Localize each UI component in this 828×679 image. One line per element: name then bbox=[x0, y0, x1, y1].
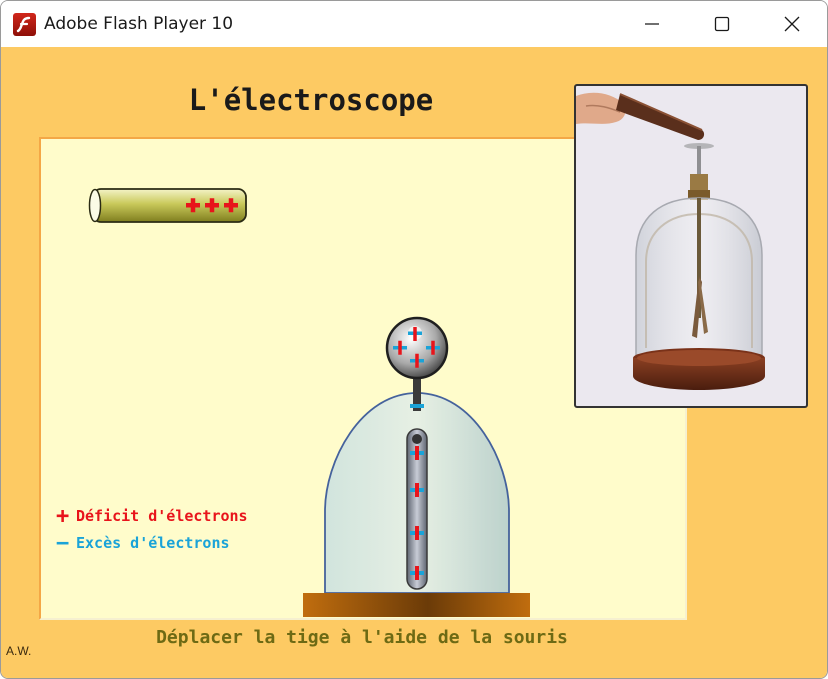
maximize-icon bbox=[714, 16, 730, 32]
minus-icon: − bbox=[56, 531, 70, 556]
legend-deficit: + Déficit d'électrons bbox=[56, 504, 248, 529]
flash-player-icon bbox=[13, 13, 36, 36]
close-button[interactable] bbox=[757, 1, 827, 47]
minimize-button[interactable] bbox=[617, 1, 687, 47]
title-bar[interactable]: Adobe Flash Player 10 bbox=[1, 1, 827, 47]
author-credit: A.W. bbox=[6, 644, 32, 658]
maximize-button[interactable] bbox=[687, 1, 757, 47]
legend-exces-label: Excès d'électrons bbox=[76, 534, 230, 552]
rod-positive-charges bbox=[186, 198, 238, 213]
minimize-icon bbox=[645, 23, 659, 25]
flash-stage: L'électroscope + Déficit d'électrons − E… bbox=[1, 47, 827, 678]
legend-deficit-label: Déficit d'électrons bbox=[76, 507, 248, 525]
electroscope bbox=[303, 316, 530, 617]
plus-icon: + bbox=[56, 504, 70, 529]
charged-rod[interactable] bbox=[88, 188, 247, 223]
window-title: Adobe Flash Player 10 bbox=[44, 14, 234, 34]
legend-exces: − Excès d'électrons bbox=[56, 531, 230, 556]
electroscope-base bbox=[303, 593, 530, 617]
electroscope-photo bbox=[574, 84, 808, 408]
flash-player-window: Adobe Flash Player 10 L'électroscope + D… bbox=[0, 0, 828, 679]
close-icon bbox=[784, 16, 800, 32]
instruction-text: Déplacer la tige à l'aide de la souris bbox=[156, 627, 568, 648]
